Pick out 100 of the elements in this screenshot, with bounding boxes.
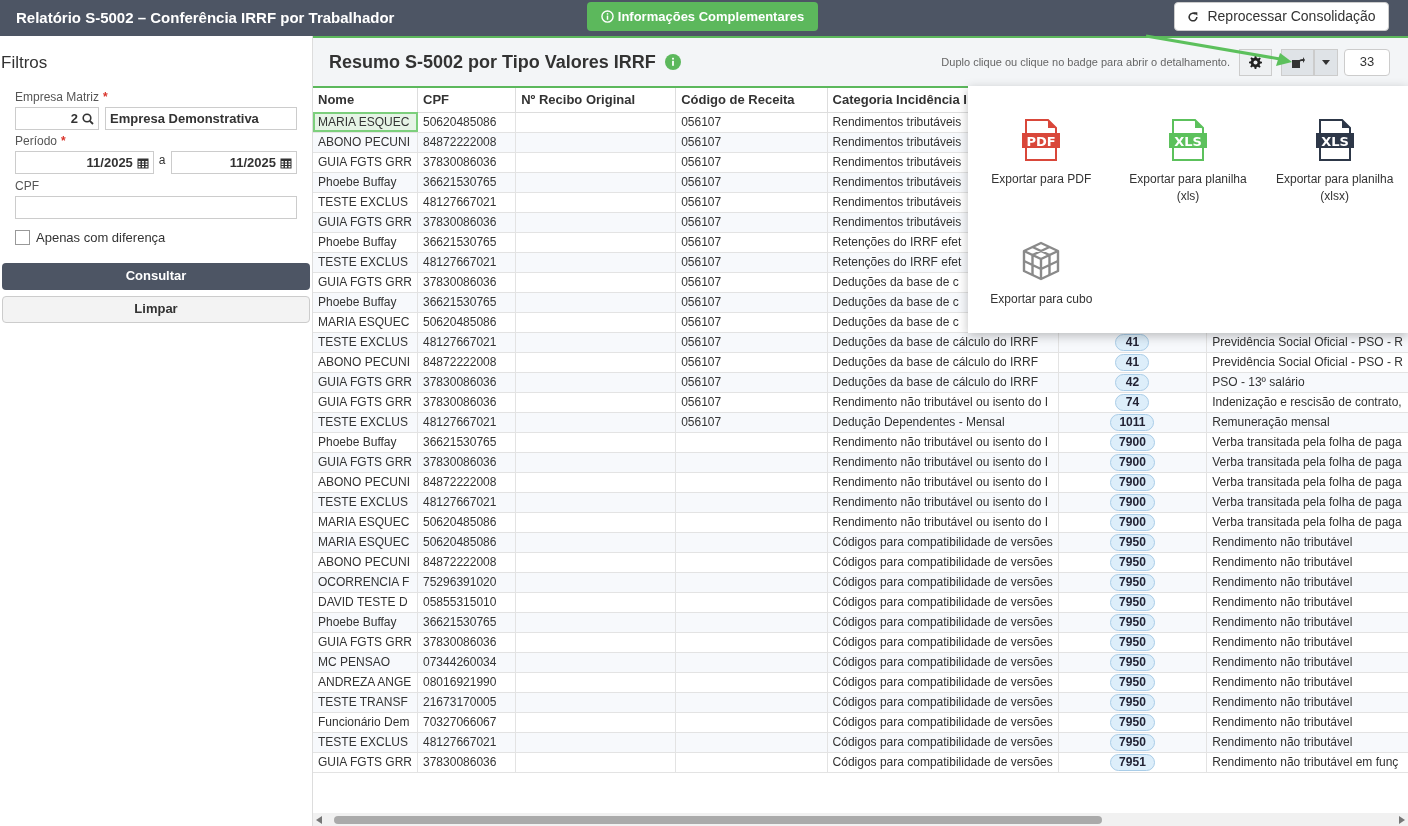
scroll-right-icon[interactable] bbox=[1399, 815, 1405, 824]
column-header[interactable]: Nº Recibo Original bbox=[515, 88, 676, 112]
category-text: Rendimentos tributáveis bbox=[832, 155, 962, 169]
export-button[interactable] bbox=[1281, 48, 1314, 76]
cpf-text: 50620485086 bbox=[423, 515, 497, 529]
name-text: ABONO PECUNI bbox=[318, 135, 410, 149]
name-text: DAVID TESTE D bbox=[318, 595, 408, 609]
code-badge[interactable]: 41 bbox=[1115, 334, 1150, 351]
code-badge[interactable]: 7900 bbox=[1110, 454, 1155, 471]
name-text: GUIA FGTS GRR bbox=[318, 455, 412, 469]
code-badge[interactable]: 7950 bbox=[1110, 714, 1155, 731]
code-badge[interactable]: 7950 bbox=[1110, 594, 1155, 611]
description-text: Rendimento não tributável bbox=[1212, 555, 1353, 569]
page-title: Relatório S-5002 – Conferência IRRF por Trabalhador bbox=[16, 7, 395, 28]
description-text: Rendimento não tributável bbox=[1212, 675, 1353, 689]
export-option[interactable]: XLS Exportar para planilha (xls) bbox=[1114, 119, 1262, 205]
cpf-text: 36621530765 bbox=[423, 615, 497, 629]
name-text: Phoebe Buffay bbox=[318, 435, 397, 449]
export-option[interactable]: PDF Exportar para PDF bbox=[968, 119, 1115, 205]
search-icon bbox=[82, 112, 94, 125]
horizontal-scrollbar[interactable] bbox=[313, 813, 1408, 826]
name-text: GUIA FGTS GRR bbox=[318, 215, 412, 229]
scroll-left-icon[interactable] bbox=[316, 815, 322, 824]
name-text: Funcionário Dem bbox=[318, 715, 410, 729]
category-text: Dedução Dependentes - Mensal bbox=[832, 415, 1005, 429]
category-text: Rendimentos tributáveis bbox=[832, 135, 962, 149]
checkbox[interactable] bbox=[15, 230, 30, 246]
export-option[interactable]: Exportar para cubo bbox=[968, 241, 1115, 308]
code-badge[interactable]: 7950 bbox=[1110, 654, 1155, 671]
cpf-text: 84872222008 bbox=[423, 355, 497, 369]
code-badge[interactable]: 7900 bbox=[1110, 474, 1155, 491]
cpf-text: 50620485086 bbox=[423, 115, 497, 129]
category-text: Rendimentos tributáveis bbox=[832, 175, 962, 189]
category-text: Retenções do IRRF efet bbox=[832, 235, 962, 249]
category-text: Códigos para compatibilidade de versões bbox=[832, 595, 1053, 609]
name-text: MARIA ESQUEC bbox=[318, 535, 410, 549]
code-badge[interactable]: 7900 bbox=[1110, 494, 1155, 511]
code-badge[interactable]: 7950 bbox=[1110, 534, 1155, 551]
code-badge[interactable]: 7900 bbox=[1110, 514, 1155, 531]
column-header[interactable]: CPF bbox=[417, 88, 516, 112]
revenue-code-text: 056107 bbox=[681, 275, 722, 289]
cpf-text: 08016921990 bbox=[423, 675, 497, 689]
cpf-text: 36621530765 bbox=[423, 435, 497, 449]
cube-icon bbox=[1022, 241, 1061, 281]
cpf-text: 50620485086 bbox=[423, 315, 497, 329]
column-header[interactable]: Código de Receita bbox=[675, 88, 828, 112]
period-end-field[interactable]: 11/2025 bbox=[171, 151, 297, 174]
info-icon bbox=[600, 10, 614, 23]
code-badge[interactable]: 7950 bbox=[1110, 574, 1155, 591]
panel-title: Resumo S-5002 por Tipo Valores IRRF bbox=[329, 50, 656, 74]
code-badge[interactable]: 7950 bbox=[1110, 634, 1155, 651]
info-icon bbox=[664, 54, 681, 70]
scrollbar-thumb[interactable] bbox=[334, 815, 1102, 824]
description-text: Rendimento não tributável bbox=[1212, 595, 1353, 609]
count-badge: 33 bbox=[1344, 48, 1390, 76]
clear-button[interactable]: Limpar bbox=[2, 295, 310, 323]
description-text: Rendimento não tributável bbox=[1212, 735, 1353, 749]
cpf-text: 37830086036 bbox=[423, 635, 497, 649]
code-badge[interactable]: 7950 bbox=[1110, 554, 1155, 571]
company-code-field[interactable]: 2 bbox=[15, 107, 99, 130]
dropdown-toggle[interactable] bbox=[1314, 48, 1338, 76]
revenue-code-text: 056107 bbox=[681, 315, 722, 329]
name-text: ANDREZA ANGE bbox=[318, 675, 412, 689]
category-text: Códigos para compatibilidade de versões bbox=[832, 655, 1053, 669]
description-text: Verba transitada pela folha de paga bbox=[1212, 495, 1402, 509]
description-text: Rendimento não tributável bbox=[1212, 635, 1353, 649]
name-text: TESTE EXCLUS bbox=[318, 415, 409, 429]
code-badge[interactable]: 42 bbox=[1115, 374, 1150, 391]
code-badge[interactable]: 7951 bbox=[1110, 754, 1155, 771]
description-text: Rendimento não tributável bbox=[1212, 655, 1353, 669]
code-badge[interactable]: 7950 bbox=[1110, 694, 1155, 711]
code-badge[interactable]: 7950 bbox=[1110, 734, 1155, 751]
cpf-field[interactable] bbox=[15, 196, 297, 219]
code-badge[interactable]: 7950 bbox=[1110, 674, 1155, 691]
name-text: Phoebe Buffay bbox=[318, 235, 397, 249]
code-badge[interactable]: 74 bbox=[1115, 394, 1150, 411]
name-text: GUIA FGTS GRR bbox=[318, 275, 412, 289]
category-text: Deduções da base de cálculo do IRRF bbox=[832, 375, 1038, 389]
description-text: Rendimento não tributável bbox=[1212, 535, 1353, 549]
code-badge[interactable]: 1011 bbox=[1110, 414, 1155, 431]
name-text: Phoebe Buffay bbox=[318, 175, 397, 189]
name-text: GUIA FGTS GRR bbox=[318, 395, 412, 409]
code-badge[interactable]: 41 bbox=[1115, 354, 1150, 371]
code-badge[interactable]: 7900 bbox=[1110, 434, 1155, 451]
description-text: Verba transitada pela folha de paga bbox=[1212, 515, 1402, 529]
revenue-code-text: 056107 bbox=[681, 195, 722, 209]
export-option[interactable]: XLS Exportar para planilha (xlsx) bbox=[1261, 119, 1408, 205]
reprocess-button[interactable]: Reprocessar Consolidação bbox=[1174, 2, 1389, 31]
category-text: Deduções da base de c bbox=[832, 315, 959, 329]
cpf-text: 37830086036 bbox=[423, 755, 497, 769]
code-badge[interactable]: 7950 bbox=[1110, 614, 1155, 631]
period-start-field[interactable]: 11/2025 bbox=[15, 151, 154, 174]
category-text: Códigos para compatibilidade de versões bbox=[832, 615, 1053, 629]
category-text: Deduções da base de cálculo do IRRF bbox=[832, 355, 1038, 369]
consult-button[interactable]: Consultar bbox=[2, 262, 310, 290]
name-text: TESTE TRANSF bbox=[318, 695, 408, 709]
description-text: Verba transitada pela folha de paga bbox=[1212, 475, 1402, 489]
revenue-code-text: 056107 bbox=[681, 375, 722, 389]
company-name-field[interactable]: Empresa Demonstrativa bbox=[105, 107, 297, 130]
name-text: GUIA FGTS GRR bbox=[318, 755, 412, 769]
